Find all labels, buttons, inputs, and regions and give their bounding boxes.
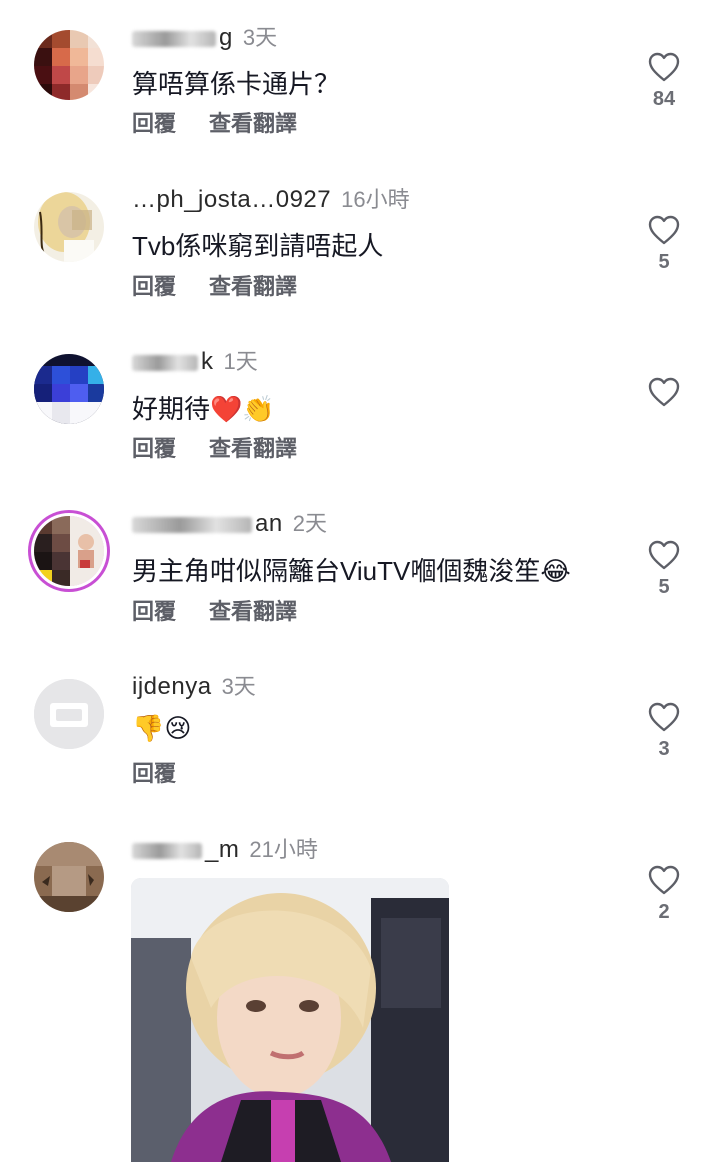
like-button[interactable]: [640, 377, 688, 413]
heart-outline-icon: [648, 540, 680, 570]
username[interactable]: ijdenya: [132, 673, 212, 701]
see-translation-button[interactable]: 查看翻譯: [209, 431, 297, 463]
like-count: 5: [658, 576, 670, 598]
avatar[interactable]: [34, 354, 104, 424]
heart-outline-icon: [648, 377, 680, 407]
default-avatar-icon: [34, 679, 104, 749]
heart-outline-icon: [648, 865, 680, 895]
username[interactable]: g: [132, 24, 233, 52]
like-button[interactable]: 3: [640, 702, 688, 761]
heart-outline-icon: [648, 215, 680, 245]
like-button[interactable]: 84: [640, 52, 688, 111]
timestamp: 2天: [292, 511, 327, 536]
emoji: 👎😢: [132, 713, 192, 743]
timestamp: 1天: [223, 349, 258, 374]
avatar[interactable]: [34, 192, 104, 262]
comment-text: Tvb係咪窮到請唔起人: [132, 231, 384, 261]
comment-text: 👎😢: [132, 713, 191, 744]
like-button[interactable]: 5: [640, 540, 688, 599]
like-button[interactable]: 2: [640, 865, 688, 924]
username[interactable]: k: [132, 348, 214, 376]
avatar[interactable]: [34, 30, 104, 100]
like-count: 5: [658, 251, 670, 273]
like-count: 2: [658, 901, 670, 923]
reply-button[interactable]: 回覆: [132, 756, 176, 788]
heart-outline-icon: [648, 702, 680, 732]
reply-button[interactable]: 回覆: [132, 431, 176, 463]
comment-text: 男主角咁似隔籬台ViuTV嗰個魏浚笙😂: [132, 556, 571, 586]
avatar[interactable]: [34, 679, 104, 749]
reply-button[interactable]: 回覆: [132, 594, 176, 626]
comment-text: 好期待❤️👏: [132, 394, 275, 424]
comment-text: 算唔算係卡通片？: [132, 69, 341, 99]
like-count: 3: [658, 738, 670, 760]
see-translation-button[interactable]: 查看翻譯: [209, 594, 297, 626]
timestamp: 3天: [221, 674, 256, 699]
see-translation-button[interactable]: 查看翻譯: [209, 106, 297, 138]
reply-button[interactable]: 回覆: [132, 106, 176, 138]
see-translation-button[interactable]: 查看翻譯: [209, 269, 297, 301]
avatar[interactable]: [34, 842, 104, 912]
emoji: ❤️👏: [210, 394, 275, 424]
emoji: 😂: [540, 556, 571, 586]
username[interactable]: …ph_josta…0927: [132, 186, 331, 214]
username[interactable]: _m: [132, 836, 239, 864]
like-count: 84: [652, 88, 676, 110]
gif-attachment[interactable]: [131, 878, 449, 1162]
timestamp: 16小時: [341, 187, 410, 212]
timestamp: 3天: [242, 25, 278, 50]
timestamp: 21小時: [249, 837, 318, 862]
avatar[interactable]: [34, 516, 104, 586]
heart-outline-icon: [648, 52, 680, 82]
username[interactable]: an: [132, 510, 283, 538]
reply-button[interactable]: 回覆: [132, 269, 176, 301]
like-button[interactable]: 5: [640, 215, 688, 274]
